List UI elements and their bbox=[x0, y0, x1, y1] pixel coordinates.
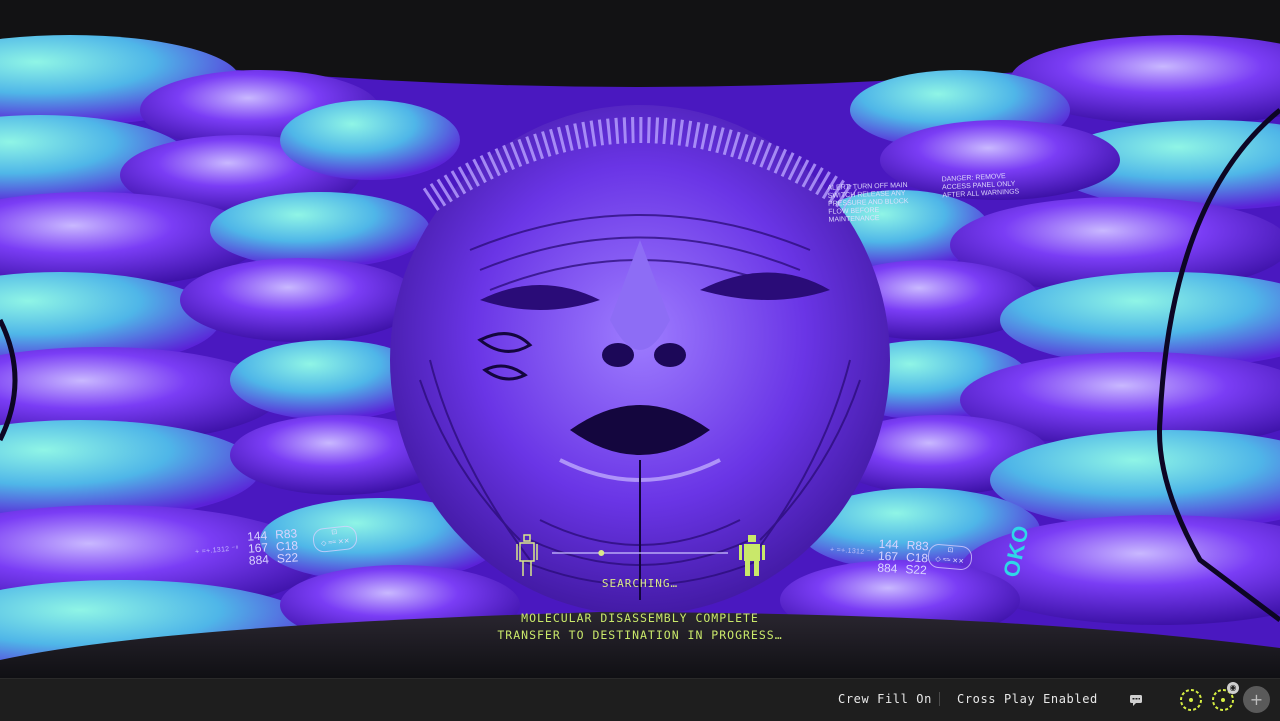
transfer-progress-bar bbox=[516, 534, 765, 576]
transfer-progress-marker bbox=[598, 550, 605, 556]
chat-icon[interactable] bbox=[1128, 692, 1144, 708]
status-searching: SEARCHING… bbox=[601, 577, 679, 590]
player-badge-icon: ◉ bbox=[1227, 682, 1239, 694]
scan-indicator-right: ⊡ ◇ ≈≈ ⨯⨯ bbox=[927, 543, 973, 571]
add-player-button[interactable]: + bbox=[1243, 686, 1270, 713]
hud-readout-right: 144 R83 167 C18 884 S22 bbox=[877, 536, 930, 578]
wall-warning-sign: ALERT: TURN OFF MAIN SWITCH RELEASE ANY … bbox=[827, 181, 909, 224]
status-message-line2: TRANSFER TO DESTINATION IN PROGRESS… bbox=[497, 628, 783, 642]
separator bbox=[939, 692, 940, 706]
lobby-bottom-bar: Crew Fill On Cross Play Enabled ◉ + bbox=[0, 678, 1280, 721]
status-message-line1: MOLECULAR DISASSEMBLY COMPLETE bbox=[521, 611, 759, 625]
source-figure-icon bbox=[516, 534, 538, 576]
player-ready-icon[interactable] bbox=[1177, 686, 1205, 714]
game-viewport[interactable]: ALERT: TURN OFF MAIN SWITCH RELEASE ANY … bbox=[0, 0, 1280, 678]
destination-figure-icon bbox=[739, 535, 765, 576]
cross-play-status[interactable]: Cross Play Enabled bbox=[957, 692, 1098, 706]
wall-danger-sign: DANGER: REMOVE ACCESS PANEL ONLY AFTER A… bbox=[941, 173, 1020, 200]
hud-readout-left: 144 R83 167 C18 884 S22 bbox=[246, 526, 299, 568]
crew-fill-status[interactable]: Crew Fill On bbox=[838, 692, 932, 706]
